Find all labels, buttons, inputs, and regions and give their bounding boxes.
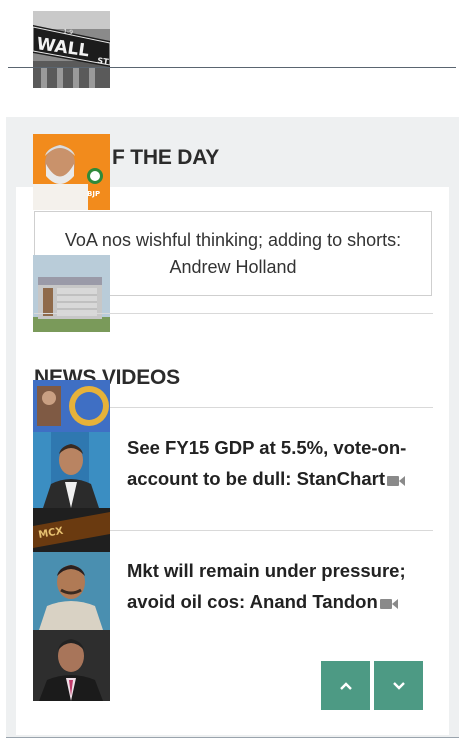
chevron-down-icon xyxy=(392,681,405,690)
video-thumbnail-anand-tandon[interactable] xyxy=(33,552,110,630)
video-item-2[interactable]: Mkt will remain under pressure; avoid oi… xyxy=(127,555,427,619)
wall-street-sign-image: WALL ST 1-9 xyxy=(33,11,110,88)
video-camera-icon xyxy=(386,465,405,496)
video-top-divider xyxy=(110,407,433,408)
video-item-1-title[interactable]: See FY15 GDP at 5.5%, vote-on-account to… xyxy=(127,437,406,489)
video-divider xyxy=(110,530,433,531)
person-thumbnail[interactable] xyxy=(33,630,110,701)
quote-of-day-title: F THE DAY xyxy=(112,146,220,169)
bjp-leader-thumbnail[interactable]: BJP xyxy=(33,134,110,210)
video-thumbnail-stanchart[interactable] xyxy=(33,432,110,508)
mcx-thumbnail[interactable]: MCX xyxy=(33,508,110,552)
video-item-1[interactable]: See FY15 GDP at 5.5%, vote-on-account to… xyxy=(127,432,427,496)
bjp-label: BJP xyxy=(87,190,100,198)
company-logo-thumbnail[interactable] xyxy=(33,380,110,432)
sign-suffix: ST xyxy=(97,56,110,67)
video-item-2-title[interactable]: Mkt will remain under pressure; avoid oi… xyxy=(127,560,406,612)
chevron-up-icon xyxy=(339,681,352,690)
top-divider xyxy=(8,67,456,68)
sign-number: 1-9 xyxy=(63,28,74,36)
building-thumbnail[interactable] xyxy=(33,255,110,332)
video-camera-icon xyxy=(379,588,398,619)
quote-divider xyxy=(34,313,433,314)
scroll-up-button[interactable] xyxy=(321,661,370,710)
scroll-down-button[interactable] xyxy=(374,661,423,710)
